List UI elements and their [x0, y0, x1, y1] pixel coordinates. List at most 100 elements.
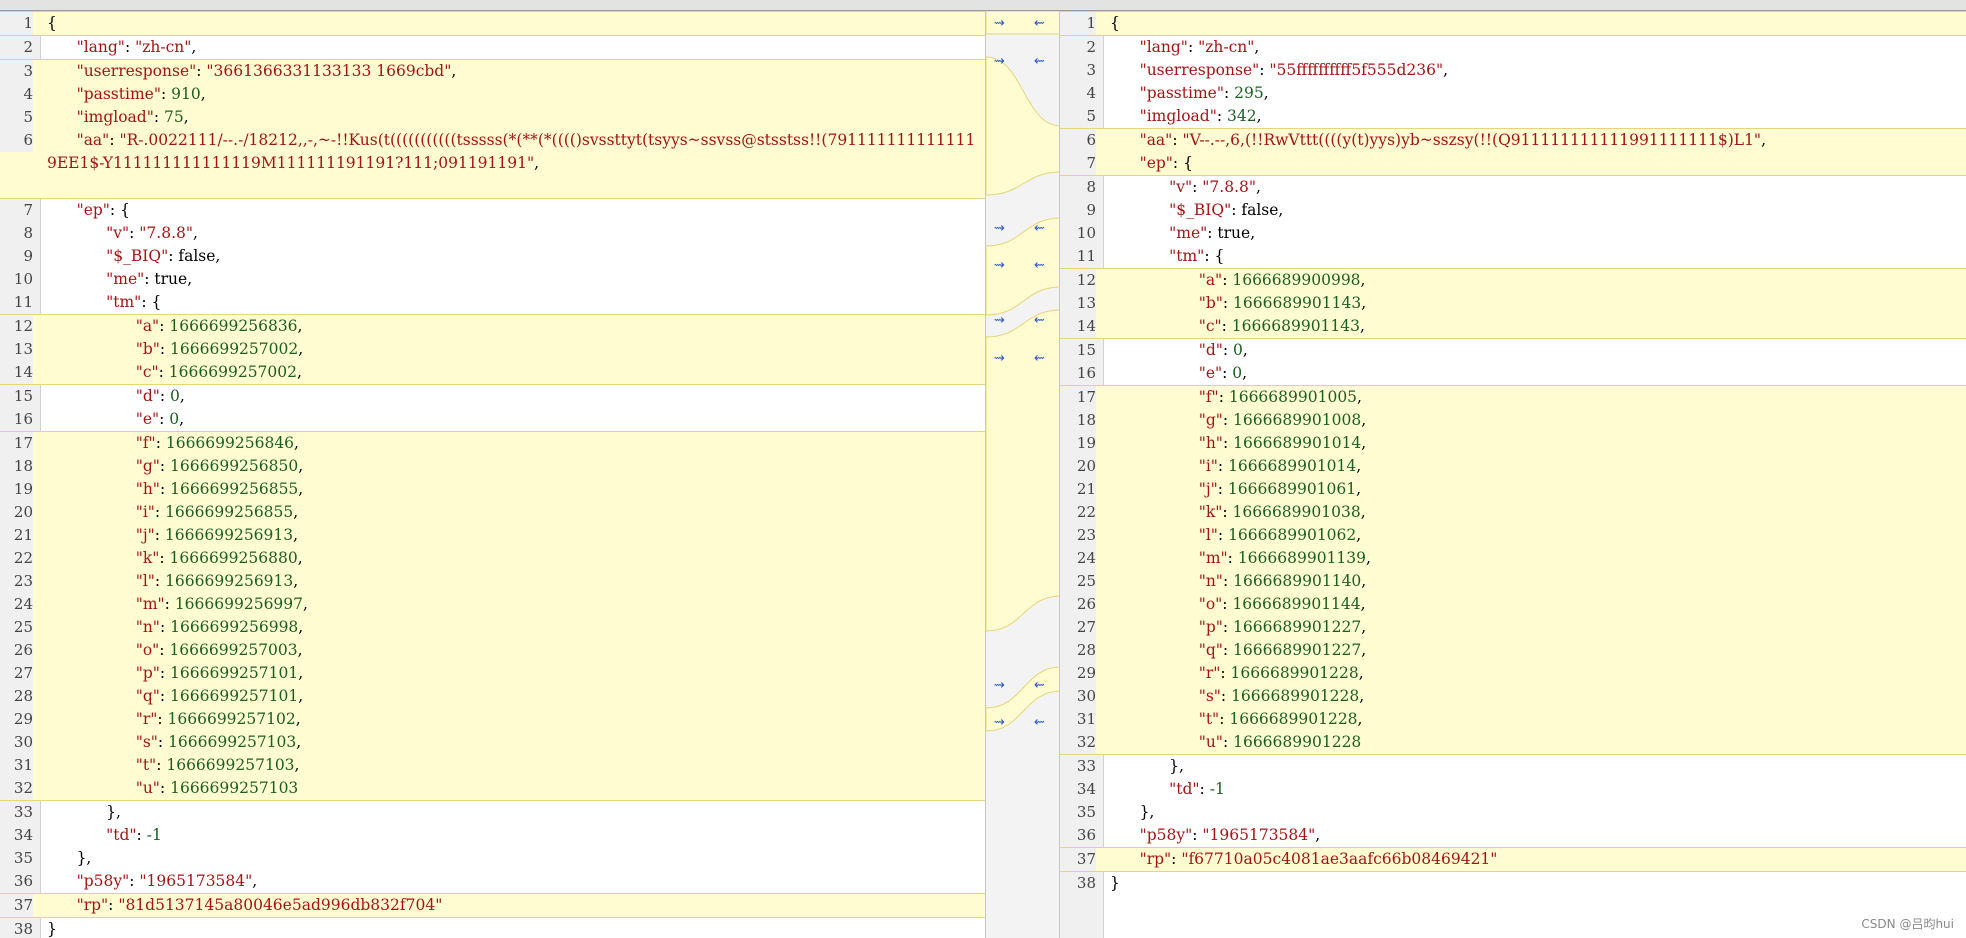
code-text[interactable]: "h": 1666699256855, — [47, 478, 981, 501]
code-text[interactable]: "o": 1666699257003, — [47, 639, 981, 662]
code-text[interactable]: "g": 1666699256850, — [47, 455, 981, 478]
code-text[interactable]: "rp": "81d5137145a80046e5ad996db832f704" — [47, 894, 981, 917]
code-text[interactable]: "passtime": 910, — [47, 83, 981, 106]
code-text[interactable]: "d": 0, — [47, 385, 981, 408]
left-compare-pane[interactable]: 1{2 "lang": "zh-cn", 3 "userresponse": "3… — [0, 11, 985, 938]
right-compare-pane[interactable]: 1{2 "lang": "zh-cn", 3 "userresponse": "5… — [1060, 11, 1966, 938]
code-text[interactable]: }, — [1110, 801, 1962, 824]
code-text[interactable]: "lang": "zh-cn", — [47, 36, 981, 59]
code-text[interactable]: "p58y": "1965173584", — [47, 870, 981, 893]
copy-to-left-icon[interactable]: ⇜ — [1034, 222, 1045, 236]
code-text[interactable]: "f": 1666699256846, — [47, 432, 981, 455]
code-text[interactable]: { — [1110, 12, 1962, 35]
code-text[interactable]: "m": 1666689901139, — [1110, 547, 1962, 570]
code-text[interactable]: "p": 1666689901227, — [1110, 616, 1962, 639]
line-number: 22 — [1060, 501, 1096, 524]
code-text[interactable]: "imgload": 75, — [47, 106, 981, 129]
code-text[interactable]: "k": 1666689901038, — [1110, 501, 1962, 524]
code-text[interactable]: }, — [47, 801, 981, 824]
copy-to-left-icon[interactable]: ⇜ — [1034, 314, 1045, 328]
left-line-10: 10 "me": true, — [0, 268, 985, 291]
right-line-34: 34 "td": -1 — [1060, 778, 1966, 801]
copy-to-right-icon[interactable]: ⇝ — [994, 352, 1005, 366]
code-text[interactable]: }, — [1110, 755, 1962, 778]
copy-to-left-icon[interactable]: ⇜ — [1034, 17, 1045, 31]
code-text[interactable]: "lang": "zh-cn", — [1110, 36, 1962, 59]
code-text[interactable]: "l": 1666699256913, — [47, 570, 981, 593]
right-line-10: 10 "me": true, — [1060, 222, 1966, 245]
code-text[interactable]: "me": true, — [47, 268, 981, 291]
code-text[interactable]: "b": 1666699257002, — [47, 338, 981, 361]
code-text[interactable]: "t": 1666699257103, — [47, 754, 981, 777]
code-text[interactable]: "n": 1666689901140, — [1110, 570, 1962, 593]
copy-to-left-icon[interactable]: ⇜ — [1034, 259, 1045, 273]
line-number: 13 — [0, 338, 33, 361]
copy-to-left-icon[interactable]: ⇜ — [1034, 55, 1045, 69]
code-text[interactable]: "me": true, — [1110, 222, 1962, 245]
code-text[interactable]: "v": "7.8.8", — [47, 222, 981, 245]
code-text[interactable]: "c": 1666699257002, — [47, 361, 981, 384]
code-text[interactable]: "e": 0, — [47, 408, 981, 431]
code-text[interactable]: "$_BIQ": false, — [1110, 199, 1962, 222]
copy-to-right-icon[interactable]: ⇝ — [994, 314, 1005, 328]
code-text[interactable]: "o": 1666689901144, — [1110, 593, 1962, 616]
code-text[interactable]: "rp": "f67710a05c4081ae3aafc66b08469421" — [1110, 848, 1962, 871]
code-text[interactable]: "k": 1666699256880, — [47, 547, 981, 570]
code-text[interactable]: "aa": "R-.0022111/--.-/18212,,-,~-!!Kus(… — [47, 129, 981, 175]
code-text[interactable]: "l": 1666689901062, — [1110, 524, 1962, 547]
copy-to-right-icon[interactable]: ⇝ — [994, 679, 1005, 693]
code-text[interactable]: "aa": "V--.--,6,(!!RwVttt((((y(t)yys)yb~… — [1110, 129, 1962, 152]
code-text[interactable]: "userresponse": "3661366331133133 1669cb… — [47, 60, 981, 83]
code-text[interactable]: "m": 1666699256997, — [47, 593, 981, 616]
code-text[interactable]: "r": 1666699257102, — [47, 708, 981, 731]
code-text[interactable]: "ep": { — [47, 199, 981, 222]
code-text[interactable]: "e": 0, — [1110, 362, 1962, 385]
code-text[interactable]: "j": 1666689901061, — [1110, 478, 1962, 501]
code-text[interactable]: "j": 1666699256913, — [47, 524, 981, 547]
code-text[interactable]: "b": 1666689901143, — [1110, 292, 1962, 315]
code-text[interactable]: "s": 1666699257103, — [47, 731, 981, 754]
code-text[interactable]: "userresponse": "55ffffffffff5f555d236", — [1110, 59, 1962, 82]
code-text[interactable]: }, — [47, 847, 981, 870]
code-text[interactable]: "$_BIQ": false, — [47, 245, 981, 268]
code-text[interactable]: { — [47, 12, 981, 35]
code-text[interactable]: "td": -1 — [47, 824, 981, 847]
copy-to-left-icon[interactable]: ⇜ — [1034, 679, 1045, 693]
code-text[interactable]: "q": 1666689901227, — [1110, 639, 1962, 662]
code-text[interactable]: "n": 1666699256998, — [47, 616, 981, 639]
code-text[interactable]: "c": 1666689901143, — [1110, 315, 1962, 338]
code-text[interactable]: } — [47, 918, 981, 938]
copy-to-left-icon[interactable]: ⇜ — [1034, 352, 1045, 366]
copy-to-right-icon[interactable]: ⇝ — [994, 716, 1005, 730]
code-text[interactable]: "a": 1666689900998, — [1110, 269, 1962, 292]
code-text[interactable]: "d": 0, — [1110, 339, 1962, 362]
code-text[interactable]: "v": "7.8.8", — [1110, 176, 1962, 199]
code-text[interactable]: "t": 1666689901228, — [1110, 708, 1962, 731]
copy-to-right-icon[interactable]: ⇝ — [994, 17, 1005, 31]
code-text[interactable]: "r": 1666689901228, — [1110, 662, 1962, 685]
code-text[interactable]: "u": 1666689901228 — [1110, 731, 1962, 754]
code-text[interactable]: } — [1110, 872, 1962, 895]
code-text[interactable]: "td": -1 — [1110, 778, 1962, 801]
left-line-25: 25 "n": 1666699256998, — [0, 616, 985, 639]
code-text[interactable]: "tm": { — [1110, 245, 1962, 268]
code-text[interactable]: "tm": { — [47, 291, 981, 314]
copy-to-right-icon[interactable]: ⇝ — [994, 55, 1005, 69]
code-text[interactable]: "imgload": 342, — [1110, 105, 1962, 128]
code-text[interactable]: "q": 1666699257101, — [47, 685, 981, 708]
code-text[interactable]: "g": 1666689901008, — [1110, 409, 1962, 432]
copy-to-left-icon[interactable]: ⇜ — [1034, 716, 1045, 730]
code-text[interactable]: "h": 1666689901014, — [1110, 432, 1962, 455]
code-text[interactable]: "u": 1666699257103 — [47, 777, 981, 800]
code-text[interactable]: "i": 1666689901014, — [1110, 455, 1962, 478]
code-text[interactable]: "f": 1666689901005, — [1110, 386, 1962, 409]
code-text[interactable]: "i": 1666699256855, — [47, 501, 981, 524]
code-text[interactable]: "p58y": "1965173584", — [1110, 824, 1962, 847]
code-text[interactable]: "passtime": 295, — [1110, 82, 1962, 105]
code-text[interactable]: "p": 1666699257101, — [47, 662, 981, 685]
code-text[interactable]: "ep": { — [1110, 152, 1962, 175]
copy-to-right-icon[interactable]: ⇝ — [994, 222, 1005, 236]
code-text[interactable]: "a": 1666699256836, — [47, 315, 981, 338]
copy-to-right-icon[interactable]: ⇝ — [994, 259, 1005, 273]
code-text[interactable]: "s": 1666689901228, — [1110, 685, 1962, 708]
